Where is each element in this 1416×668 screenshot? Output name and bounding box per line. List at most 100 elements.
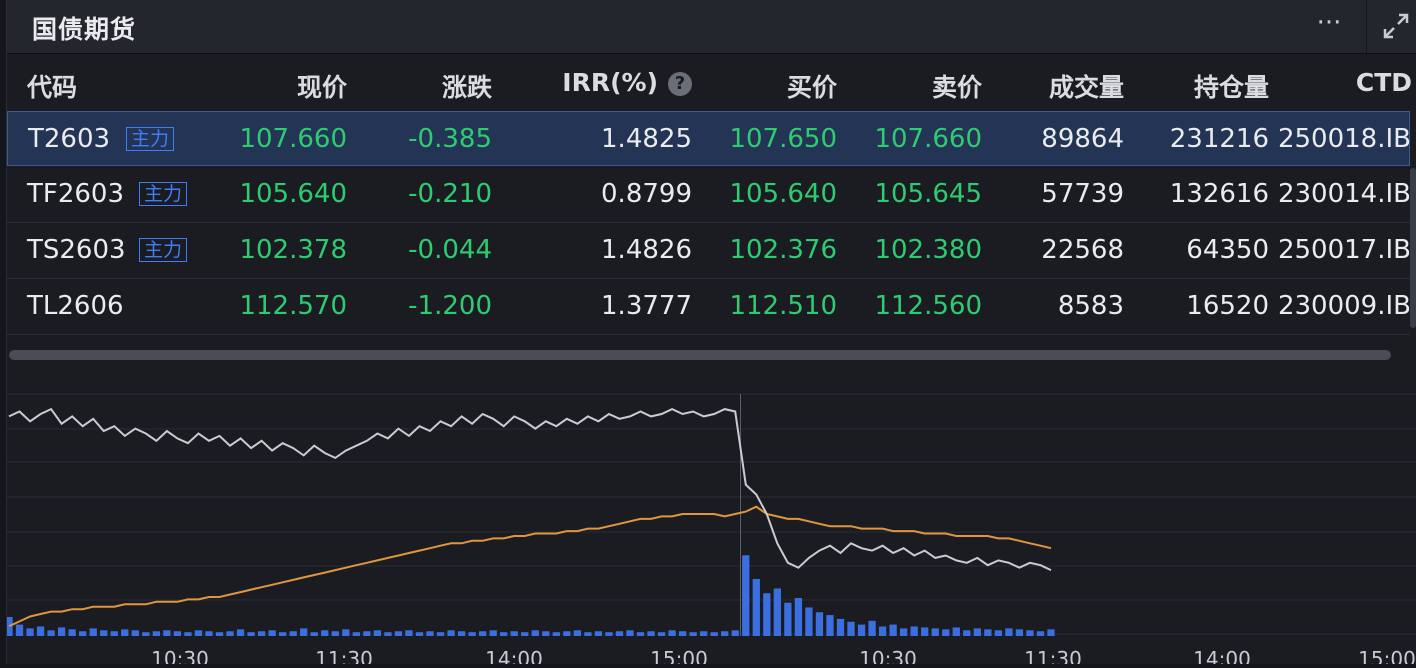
- volume-bar: [542, 631, 550, 636]
- volume-bar: [1026, 630, 1034, 636]
- volume-bar: [205, 631, 213, 636]
- col-change[interactable]: 涨跌: [442, 68, 492, 104]
- ask-price: 105.645: [874, 179, 982, 209]
- volume-value: 89864: [1041, 124, 1124, 154]
- volume-bar: [594, 631, 603, 636]
- table-row[interactable]: TF2603 主力 105.640 -0.210 0.8799 105.640 …: [7, 167, 1411, 223]
- col-code[interactable]: 代码: [27, 68, 77, 104]
- volume-bar: [678, 631, 687, 636]
- volume-bar: [826, 615, 834, 636]
- volume-bar: [763, 593, 771, 636]
- volume-bar: [657, 632, 666, 636]
- col-ctd[interactable]: CTD: [1356, 68, 1412, 97]
- volume-bar: [1005, 628, 1013, 636]
- volume-bar: [279, 632, 287, 636]
- volume-bar: [121, 629, 129, 636]
- x-tick-label: 15:00: [1358, 647, 1416, 664]
- open-interest-value: 16520: [1186, 291, 1269, 321]
- col-ask[interactable]: 卖价: [932, 68, 982, 104]
- volume-bar: [447, 630, 455, 636]
- volume-bar: [899, 628, 908, 636]
- open-interest-value: 132616: [1169, 179, 1269, 209]
- volume-bar: [605, 632, 613, 636]
- volume-bar: [57, 627, 66, 636]
- volume-bar: [131, 630, 139, 636]
- volume-bar: [352, 632, 360, 636]
- volume-bar: [15, 624, 24, 636]
- volume-bar: [510, 631, 518, 636]
- volume-bar: [163, 630, 171, 636]
- col-irr-label: IRR(%): [562, 68, 658, 97]
- bid-price: 102.376: [729, 235, 837, 265]
- price-line: [8, 407, 1052, 572]
- volume-bar: [89, 628, 97, 636]
- table-row[interactable]: TL2606 112.570 -1.200 1.3777 112.510 112…: [7, 279, 1411, 335]
- volume-bar: [215, 632, 224, 636]
- expand-button[interactable]: [1379, 9, 1413, 43]
- volume-bar: [100, 630, 108, 636]
- volume-bar: [142, 632, 150, 636]
- contract-code: TF2603: [27, 179, 125, 209]
- volume-bar: [752, 579, 760, 636]
- volume-bar: [321, 630, 329, 636]
- volume-bar: [910, 626, 918, 636]
- irr-value: 1.4826: [601, 235, 692, 265]
- col-irr[interactable]: IRR(%)?: [562, 68, 692, 97]
- x-tick-label: 11:30: [315, 647, 373, 664]
- volume-bar: [331, 631, 339, 636]
- x-tick-label: 14:00: [485, 647, 543, 664]
- table-row[interactable]: T2603 主力 107.660 -0.385 1.4825 107.650 1…: [7, 111, 1411, 166]
- ctd-value: 230009.IB: [1277, 291, 1411, 321]
- volume-bar: [878, 626, 887, 636]
- ctd-value: 250017.IB: [1277, 235, 1411, 265]
- last-price: 107.660: [239, 124, 347, 154]
- main-contract-badge: 主力: [126, 127, 175, 151]
- col-open-interest[interactable]: 持仓量: [1194, 68, 1269, 104]
- volume-bar: [963, 630, 971, 636]
- volume-bar: [721, 631, 729, 636]
- volume-bar: [615, 631, 624, 636]
- volume-bar: [636, 632, 645, 636]
- ctd-value: 230014.IB: [1277, 179, 1411, 209]
- volume-bar: [247, 632, 255, 636]
- volume-bar: [794, 598, 803, 636]
- volume-bar: [415, 632, 424, 636]
- more-options-button[interactable]: ···: [1309, 8, 1349, 44]
- col-volume[interactable]: 成交量: [1049, 68, 1124, 104]
- volume-bar: [731, 630, 739, 636]
- volume-bar: [268, 630, 276, 636]
- volume-bar: [173, 631, 182, 636]
- volume-bar: [836, 618, 845, 636]
- volume-bar: [647, 631, 655, 636]
- volume-bar: [1047, 629, 1055, 636]
- volume-bar: [36, 626, 45, 636]
- volume-bar: [868, 620, 876, 636]
- volume-bar: [236, 629, 245, 636]
- volume-value: 8583: [1057, 291, 1124, 321]
- volume-bar: [457, 631, 466, 636]
- volume-bar: [742, 555, 750, 636]
- futures-panel: 国债期货 ··· 代码 现价 涨跌 IRR(%)? 买价 卖价 成交量 持仓量 …: [5, 0, 1416, 668]
- volume-bar: [521, 632, 529, 636]
- table-row[interactable]: TS2603 主力 102.378 -0.044 1.4826 102.376 …: [7, 223, 1411, 279]
- horizontal-scrollbar[interactable]: [9, 350, 1391, 360]
- expand-icon: [1383, 13, 1409, 39]
- col-bid[interactable]: 买价: [787, 68, 837, 104]
- irr-value: 1.3777: [601, 291, 692, 321]
- volume-bar: [468, 632, 476, 636]
- volume-bar: [384, 632, 392, 636]
- help-icon[interactable]: ?: [668, 72, 692, 96]
- main-contract-badge: 主力: [139, 238, 188, 262]
- volume-bar: [921, 627, 929, 636]
- volume-bar: [847, 621, 855, 636]
- volume-bar: [784, 602, 792, 636]
- price-change: -0.044: [408, 235, 492, 265]
- irr-value: 0.8799: [601, 179, 692, 209]
- col-price[interactable]: 现价: [297, 68, 347, 104]
- intraday-chart: 10:30 11:30 14:00 15:00 10:30 11:30 14:00 15:00: [5, 370, 1416, 668]
- volume-bar: [289, 631, 297, 636]
- vertical-scrollbar[interactable]: [1410, 168, 1416, 328]
- table-header: 代码 现价 涨跌 IRR(%)? 买价 卖价 成交量 持仓量 CTD: [7, 56, 1416, 110]
- contract-code: TS2603: [27, 235, 126, 265]
- irr-value: 1.4825: [601, 124, 692, 154]
